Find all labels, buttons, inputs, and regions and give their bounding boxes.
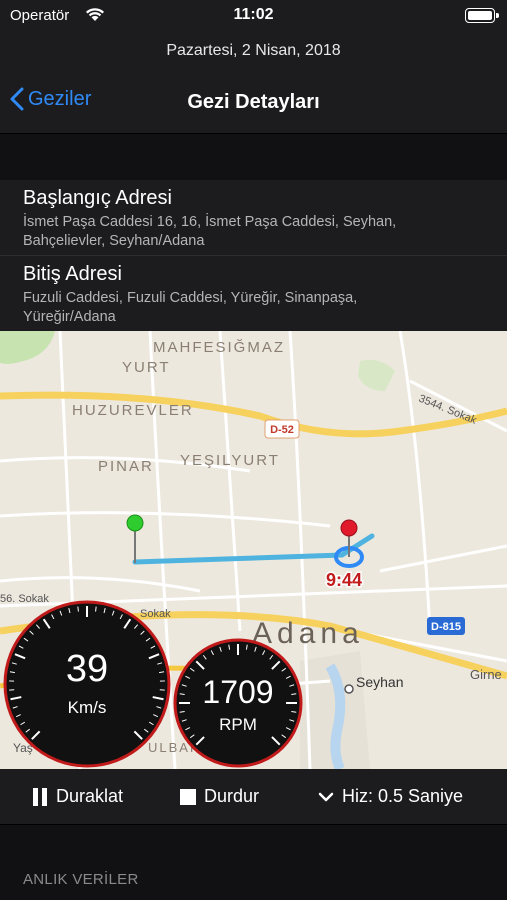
end-address-text: Fuzuli Caddesi, Fuzuli Caddesi, Yüreğir,…: [23, 289, 493, 327]
start-address-title: Başlangıç Adresi: [23, 187, 172, 209]
navigation-bar: Pazartesi, 2 Nisan, 2018 Geziler Gezi De…: [0, 32, 507, 134]
end-address-line1: Fuzuli Caddesi, Fuzuli Caddesi, Yüreğir,…: [23, 290, 358, 306]
battery-icon: [465, 8, 499, 23]
map-label-seyhan: Seyhan: [356, 674, 403, 690]
rpm-value: 1709: [202, 674, 273, 710]
map-label-sokak: Sokak: [140, 608, 171, 620]
rpm-gauge: 1709 RPM: [173, 638, 303, 768]
road-badge-d815: D-815: [431, 621, 461, 633]
page-title: Gezi Detayları: [187, 91, 320, 113]
map-label-pinar: PINAR: [98, 458, 154, 475]
map-label-yurt: YURT: [122, 359, 171, 376]
trip-controls-bar: Duraklat Durdur Hiz: 0.5 Saniye: [0, 769, 507, 825]
map-canvas: D-52 D-815 MAHFESIĞMAZ YURT HUZUREVLER P…: [0, 331, 507, 769]
end-address-line2: Yüreğir/Adana: [23, 309, 116, 325]
start-address-cell: Başlangıç Adresi İsmet Paşa Caddesi 16, …: [0, 180, 507, 256]
trip-date: Pazartesi, 2 Nisan, 2018: [166, 42, 341, 59]
stop-icon: [180, 788, 196, 805]
start-pin-icon[interactable]: [126, 514, 144, 563]
pause-icon: [32, 787, 48, 806]
pause-label: Duraklat: [56, 786, 124, 806]
end-time-label: 9:44: [326, 570, 362, 590]
start-address-line2: Bahçelievler, Seyhan/Adana: [23, 233, 205, 249]
stop-label: Durdur: [204, 786, 260, 806]
interval-label: Hiz: 0.5 Saniye: [342, 786, 464, 806]
map-label-adana: Adana: [252, 617, 364, 650]
speed-value: 39: [66, 648, 108, 690]
live-data-section-header: ANLIK VERİLER: [23, 871, 139, 888]
interval-selector[interactable]: Hiz: 0.5 Saniye: [318, 786, 463, 807]
gauge-tick: [95, 606, 97, 612]
status-bar: Operatör 11:02: [0, 0, 507, 32]
speed-unit: Km/s: [68, 698, 107, 717]
clock: 11:02: [233, 6, 274, 23]
spacer: [0, 134, 507, 180]
map-label-mahfesigmaz: MAHFESIĞMAZ: [153, 339, 285, 356]
map-label-56-sokak: 56. Sokak: [0, 593, 49, 605]
end-address-cell: Bitiş Adresi Fuzuli Caddesi, Fuzuli Cadd…: [0, 256, 507, 331]
start-address-line1: İsmet Paşa Caddesi 16, 16, İsmet Paşa Ca…: [23, 214, 397, 230]
rpm-unit: RPM: [219, 715, 257, 734]
start-address-text: İsmet Paşa Caddesi 16, 16, İsmet Paşa Ca…: [23, 213, 493, 251]
chevron-down-icon: [318, 791, 334, 803]
map-label-girne: Girne: [470, 667, 502, 682]
trip-map[interactable]: D-52 D-815 MAHFESIĞMAZ YURT HUZUREVLER P…: [0, 331, 507, 769]
speed-gauge: 39 Km/s: [3, 600, 171, 768]
pause-button[interactable]: Duraklat: [32, 786, 123, 807]
stop-button[interactable]: Durdur: [180, 786, 259, 807]
road-badge-d52: D-52: [270, 424, 294, 436]
map-label-yesilyurt: YEŞILYURT: [180, 452, 280, 469]
end-address-title: Bitiş Adresi: [23, 263, 122, 285]
map-label-huzurevler: HUZUREVLER: [72, 402, 194, 419]
gauge-tick: [77, 606, 79, 612]
